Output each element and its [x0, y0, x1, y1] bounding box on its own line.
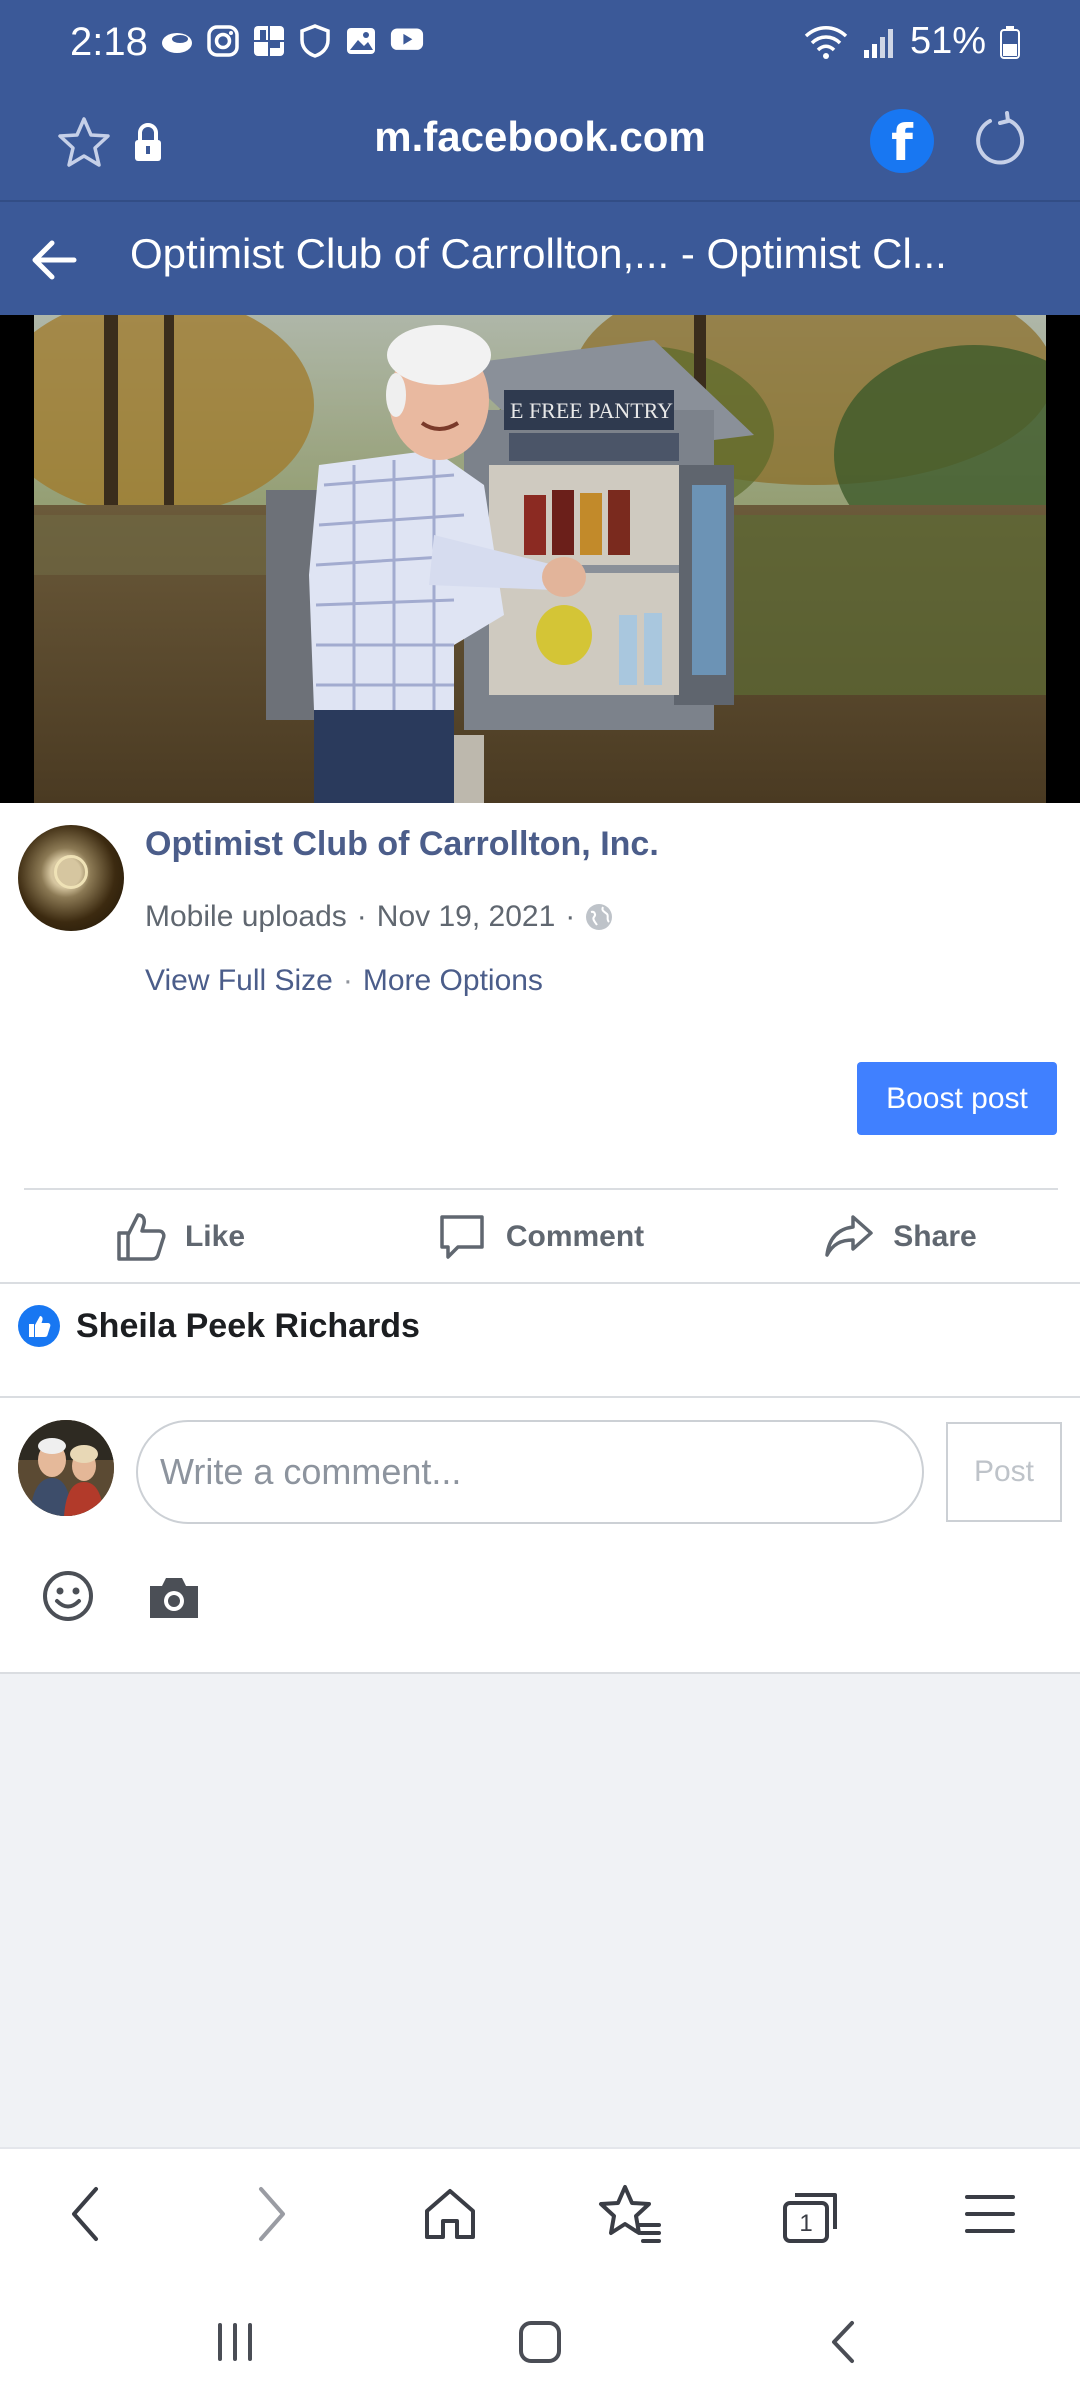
post-date[interactable]: Nov 19, 2021 — [377, 900, 555, 934]
back-arrow-icon[interactable] — [28, 234, 80, 286]
album-link[interactable]: Mobile uploads — [145, 900, 347, 934]
thumbs-up-icon — [117, 1213, 166, 1261]
comment-label: Comment — [505, 1220, 645, 1253]
system-nav-bar — [0, 2277, 1080, 2400]
chevron-right-icon — [259, 2187, 285, 2241]
liker-name[interactable]: Sheila Peek Richards — [76, 1307, 420, 1346]
like-reaction-icon — [18, 1305, 60, 1347]
post-meta: Mobile uploads · Nov 19, 2021 · — [145, 900, 613, 934]
divider — [0, 1282, 1080, 1284]
status-bar: 2:18 51% — [0, 0, 1080, 90]
share-button[interactable]: Share — [720, 1211, 1080, 1263]
status-right-group: 51% — [804, 20, 1020, 63]
bookmarks-star-icon — [599, 2185, 661, 2243]
divider — [0, 1396, 1080, 1398]
battery-percent: 51% — [909, 20, 986, 62]
status-time: 2:18 — [70, 20, 148, 64]
home-icon — [425, 2189, 475, 2239]
divider — [24, 1188, 1058, 1190]
pantry-sign: E FREE PANTRY — [510, 398, 673, 423]
post-actions: Like Comment Share — [0, 1192, 1080, 1282]
share-arrow-icon — [825, 1215, 874, 1257]
browser-forward-button[interactable] — [235, 2179, 305, 2249]
chevron-left-icon — [72, 2187, 98, 2241]
gallery-icon — [344, 24, 378, 58]
battery-icon — [1000, 25, 1020, 59]
signal-icon — [863, 28, 893, 58]
status-notification-icons — [160, 24, 424, 58]
globe-icon — [586, 904, 613, 930]
browser-bottom-nav: 1 — [0, 2147, 1080, 2277]
comment-input[interactable] — [136, 1420, 924, 1524]
like-button[interactable]: Like — [0, 1211, 360, 1263]
meta-separator: · — [356, 900, 367, 933]
camera-icon[interactable] — [146, 1572, 202, 1622]
post-comment-button[interactable]: Post — [946, 1422, 1062, 1522]
browser-bookmarks-button[interactable] — [595, 2179, 665, 2249]
boost-post-button[interactable]: Boost post — [857, 1062, 1057, 1135]
comment-bubble-icon — [440, 1215, 484, 1259]
browser-menu-button[interactable] — [955, 2179, 1025, 2249]
page-title: Optimist Club of Carrollton,... - Optimi… — [130, 230, 947, 277]
page-name-link[interactable]: Optimist Club of Carrollton, Inc. — [145, 825, 659, 864]
browser-tabs-button[interactable]: 1 — [775, 2179, 845, 2249]
link-separator: · — [342, 964, 353, 997]
youtube-icon — [390, 24, 424, 58]
emoji-icon[interactable] — [40, 1568, 96, 1624]
shield-icon — [298, 24, 332, 58]
meta-separator: · — [565, 900, 576, 933]
reactions-row[interactable]: Sheila Peek Richards — [18, 1305, 420, 1347]
instagram-icon — [206, 24, 240, 58]
reload-icon[interactable] — [968, 111, 1028, 171]
browser-url-bar: m.facebook.com f — [0, 95, 1080, 195]
recent-apps-icon[interactable] — [200, 2307, 270, 2377]
wifi-icon — [804, 25, 848, 59]
like-label: Like — [184, 1220, 246, 1253]
grid-icon — [252, 24, 286, 58]
system-back-icon[interactable] — [810, 2307, 880, 2377]
app-icon — [160, 24, 194, 58]
page-avatar[interactable] — [18, 825, 124, 931]
facebook-logo-icon[interactable]: f — [870, 109, 934, 173]
pantry-photo-image[interactable]: E FREE PANTRY — [34, 315, 1046, 803]
page-title-bar: Optimist Club of Carrollton,... - Optimi… — [0, 200, 1080, 315]
share-label: Share — [893, 1220, 977, 1253]
tabs-icon: 1 — [783, 2193, 837, 2243]
home-square-icon[interactable] — [505, 2307, 575, 2377]
browser-back-button[interactable] — [52, 2179, 122, 2249]
user-avatar — [18, 1420, 114, 1516]
view-full-size-link[interactable]: View Full Size — [145, 964, 333, 998]
comment-button[interactable]: Comment — [360, 1211, 720, 1263]
svg-text:1: 1 — [799, 2210, 812, 2237]
more-options-link[interactable]: More Options — [363, 964, 543, 998]
photo-links: View Full Size · More Options — [145, 964, 543, 998]
post-photo[interactable]: E FREE PANTRY — [0, 315, 1080, 803]
hamburger-menu-icon — [965, 2195, 1015, 2233]
browser-home-button[interactable] — [415, 2179, 485, 2249]
empty-content-area — [0, 1672, 1080, 2147]
